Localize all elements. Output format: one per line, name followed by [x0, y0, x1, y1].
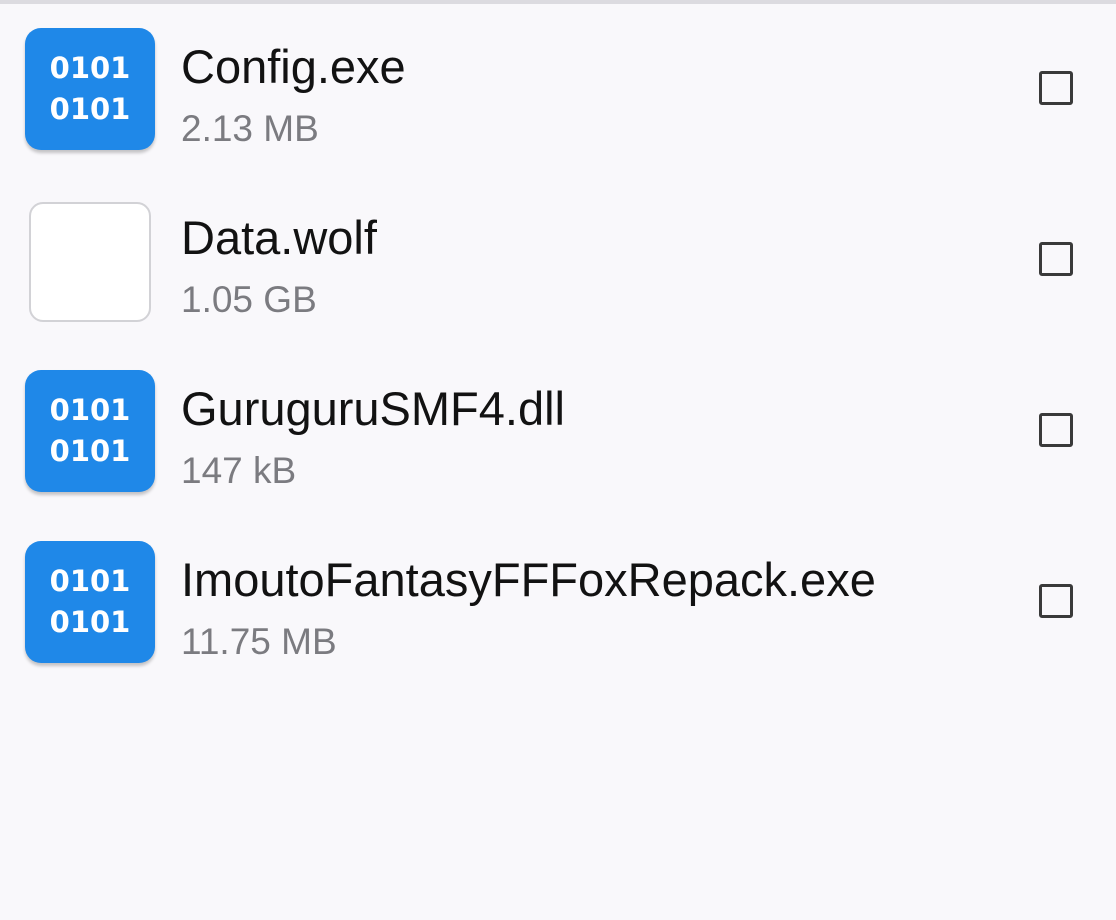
file-name: Config.exe: [181, 40, 406, 93]
icon-text-line: 0101: [49, 605, 131, 639]
file-size: 2.13 MB: [181, 108, 319, 149]
file-name: GuruguruSMF4.dll: [181, 382, 565, 435]
binary-file-icon: 0101 0101: [25, 541, 155, 663]
file-size: 11.75 MB: [181, 621, 337, 662]
file-row-config-exe[interactable]: 0101 0101 Config.exe 2.13 MB: [0, 4, 1116, 175]
icon-text-line: 0101: [49, 51, 131, 85]
file-name: ImoutoFantasyFFFoxRepack.exe: [181, 553, 876, 606]
blank-file-icon: [29, 202, 151, 322]
binary-file-icon: 0101 0101: [25, 28, 155, 150]
file-size: 1.05 GB: [181, 279, 317, 320]
file-list: 0101 0101 Config.exe 2.13 MB Data.wolf 1…: [0, 4, 1116, 688]
icon-text-line: 0101: [49, 92, 131, 126]
file-checkbox[interactable]: [1039, 584, 1073, 618]
file-name: Data.wolf: [181, 211, 377, 264]
file-checkbox[interactable]: [1039, 71, 1073, 105]
file-row-imouto-exe[interactable]: 0101 0101 ImoutoFantasyFFFoxRepack.exe 1…: [0, 517, 1116, 688]
icon-text-line: 0101: [49, 393, 131, 427]
binary-file-icon: 0101 0101: [25, 370, 155, 492]
file-row-data-wolf[interactable]: Data.wolf 1.05 GB: [0, 175, 1116, 346]
file-row-guruguru-dll[interactable]: 0101 0101 GuruguruSMF4.dll 147 kB: [0, 346, 1116, 517]
icon-text-line: 0101: [49, 564, 131, 598]
file-checkbox[interactable]: [1039, 242, 1073, 276]
file-size: 147 kB: [181, 450, 297, 491]
file-checkbox[interactable]: [1039, 413, 1073, 447]
icon-text-line: 0101: [49, 434, 131, 468]
